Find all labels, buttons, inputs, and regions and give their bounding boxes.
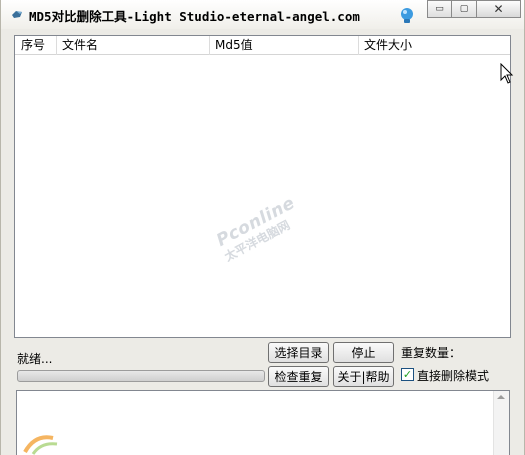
- window-controls: ▭ ▢ ✕: [427, 0, 521, 18]
- column-header-filename[interactable]: 文件名: [56, 36, 210, 55]
- log-scrollbar[interactable]: [493, 391, 509, 455]
- column-header-index[interactable]: 序号: [15, 36, 57, 55]
- stop-button[interactable]: 停止: [333, 342, 394, 363]
- file-list[interactable]: 序号 文件名 Md5值 文件大小: [14, 35, 511, 338]
- close-icon: ✕: [493, 2, 504, 16]
- select-directory-button[interactable]: 选择目录: [268, 342, 329, 363]
- app-window: MD5对比删除工具-Light Studio-eternal-angel.com…: [0, 0, 525, 455]
- status-text: 就绪...: [17, 352, 53, 366]
- watermark-logo-icon: [23, 435, 58, 455]
- about-help-button[interactable]: 关于|帮助: [333, 366, 394, 387]
- column-header-filesize[interactable]: 文件大小: [358, 36, 510, 55]
- minimize-button[interactable]: ▭: [427, 0, 452, 18]
- scroll-up-icon[interactable]: [497, 395, 505, 399]
- window-title: MD5对比删除工具-Light Studio-eternal-angel.com: [29, 9, 360, 24]
- column-header-md5[interactable]: Md5值: [209, 36, 359, 55]
- direct-delete-label[interactable]: 直接删除模式: [417, 367, 489, 384]
- title-bar[interactable]: MD5对比删除工具-Light Studio-eternal-angel.com…: [1, 0, 524, 29]
- check-duplicates-button[interactable]: 检查重复: [268, 366, 329, 387]
- maximize-button[interactable]: ▢: [452, 0, 477, 18]
- list-header: 序号 文件名 Md5值 文件大小: [15, 36, 510, 55]
- mouse-cursor-icon: [500, 63, 514, 84]
- maximize-icon: ▢: [459, 4, 469, 14]
- duplicate-count-label: 重复数量：: [401, 346, 462, 360]
- app-icon: [12, 11, 22, 18]
- minimize-icon: ▭: [435, 4, 444, 14]
- progress-bar: [17, 370, 265, 382]
- direct-delete-checkbox[interactable]: ✓: [401, 368, 414, 381]
- close-button[interactable]: ✕: [477, 0, 521, 18]
- log-textarea[interactable]: [16, 390, 510, 455]
- pin-icon[interactable]: [398, 6, 416, 24]
